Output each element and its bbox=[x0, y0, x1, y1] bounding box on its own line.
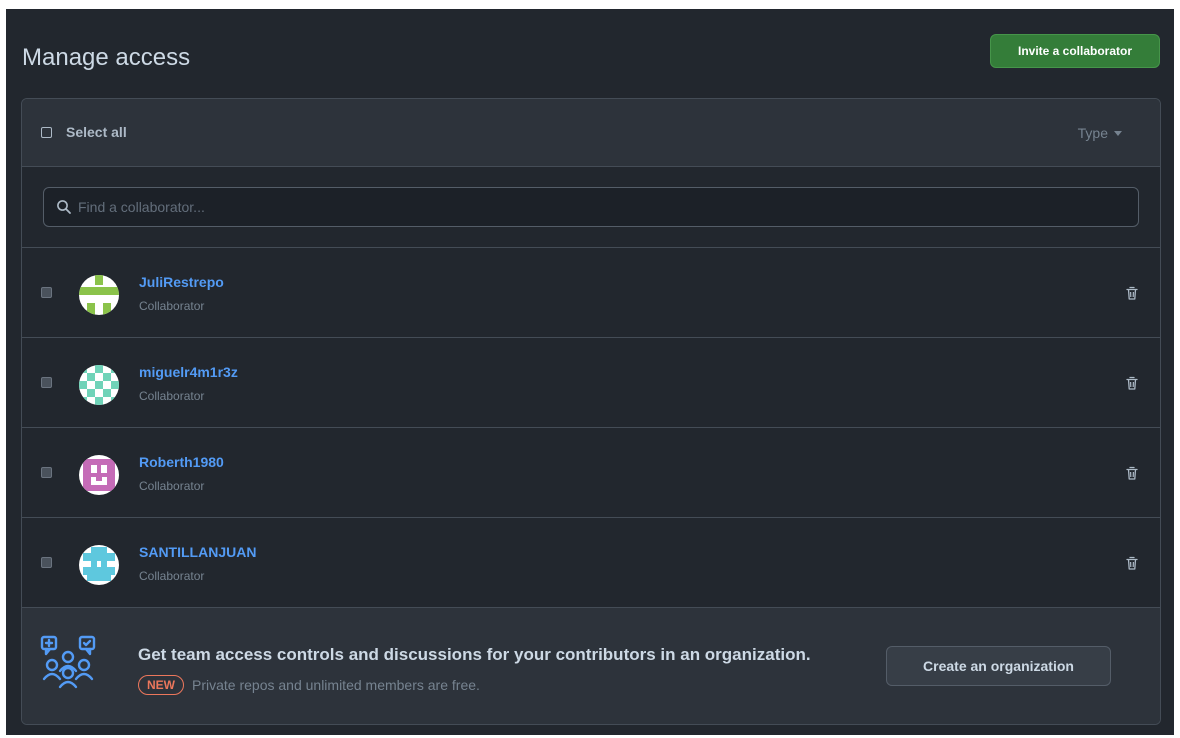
new-badge: NEW bbox=[138, 675, 184, 695]
avatar[interactable] bbox=[79, 545, 119, 585]
organization-promo: Get team access controls and discussions… bbox=[22, 608, 1160, 724]
collaborator-checkbox[interactable] bbox=[41, 287, 52, 298]
trash-icon[interactable] bbox=[1124, 555, 1140, 571]
trash-icon[interactable] bbox=[1124, 375, 1140, 391]
collaborator-role: Collaborator bbox=[139, 569, 205, 583]
avatar[interactable] bbox=[79, 365, 119, 405]
trash-icon[interactable] bbox=[1124, 285, 1140, 301]
avatar-identicon bbox=[79, 365, 119, 405]
search-input[interactable] bbox=[76, 198, 1120, 216]
avatar-identicon bbox=[79, 455, 119, 495]
collaborator-username[interactable]: JuliRestrepo bbox=[139, 274, 224, 290]
collaborator-checkbox[interactable] bbox=[41, 557, 52, 568]
manage-access-page: Manage access Invite a collaborator Sele… bbox=[6, 9, 1174, 735]
avatar-identicon bbox=[79, 275, 119, 315]
trash-icon[interactable] bbox=[1124, 465, 1140, 481]
collaborator-checkbox[interactable] bbox=[41, 377, 52, 388]
promo-title: Get team access controls and discussions… bbox=[138, 645, 811, 664]
collaborator-row: Roberth1980 Collaborator bbox=[22, 428, 1160, 518]
page-title: Manage access bbox=[22, 44, 191, 71]
type-filter-dropdown[interactable]: Type bbox=[1078, 125, 1122, 141]
collaborator-list: JuliRestrepo Collaborator miguelr4m1r3z … bbox=[22, 248, 1160, 608]
type-filter-label: Type bbox=[1077, 125, 1108, 141]
search-icon bbox=[57, 200, 71, 214]
team-icon bbox=[40, 635, 96, 689]
collaborator-role: Collaborator bbox=[139, 389, 205, 403]
select-all-control[interactable]: Select all bbox=[41, 124, 127, 140]
collaborator-row: miguelr4m1r3z Collaborator bbox=[22, 338, 1160, 428]
select-all-checkbox[interactable] bbox=[41, 126, 52, 138]
avatar[interactable] bbox=[79, 275, 119, 315]
collaborators-panel: Select all Type Find a collaborator... J… bbox=[21, 98, 1161, 725]
collaborator-username[interactable]: SANTILLANJUAN bbox=[139, 544, 256, 560]
collaborator-role: Collaborator bbox=[139, 299, 205, 313]
collaborator-username[interactable]: Roberth1980 bbox=[139, 454, 224, 470]
collaborator-username[interactable]: miguelr4m1r3z bbox=[139, 364, 238, 380]
search-area bbox=[22, 167, 1160, 248]
collaborator-role: Collaborator bbox=[139, 479, 205, 493]
collaborator-row: SANTILLANJUAN Collaborator bbox=[22, 518, 1160, 608]
list-header: Select all Type bbox=[22, 99, 1160, 167]
invite-collaborator-button[interactable]: Invite a collaborator bbox=[990, 34, 1160, 68]
avatar-identicon bbox=[79, 545, 119, 585]
search-box[interactable] bbox=[43, 187, 1139, 227]
promo-description: Private repos and unlimited members are … bbox=[192, 677, 480, 693]
collaborator-row: JuliRestrepo Collaborator bbox=[22, 248, 1160, 338]
promo-subtitle: NEW Private repos and unlimited members … bbox=[138, 675, 480, 695]
select-all-label: Select all bbox=[66, 124, 127, 140]
caret-down-icon bbox=[1114, 130, 1122, 136]
create-organization-button[interactable]: Create an organization bbox=[886, 646, 1111, 686]
avatar[interactable] bbox=[79, 455, 119, 495]
collaborator-checkbox[interactable] bbox=[41, 467, 52, 478]
